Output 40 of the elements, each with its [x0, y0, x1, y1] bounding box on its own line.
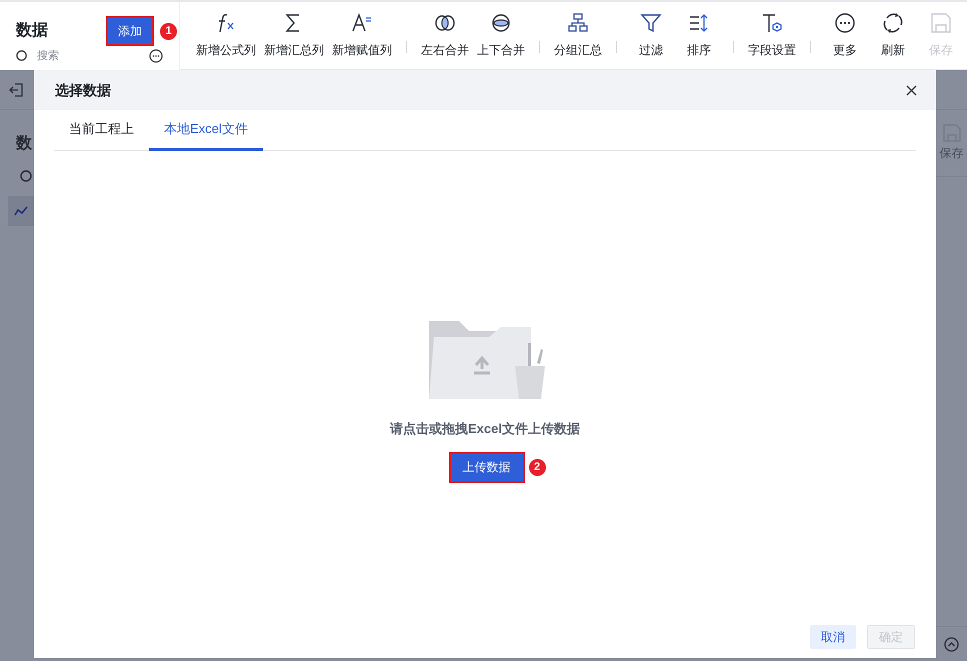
- tab[interactable]: 当前工程上: [54, 110, 149, 151]
- exit-icon[interactable]: [9, 82, 23, 96]
- step-badge: 1: [160, 22, 177, 40]
- refresh-icon: [882, 12, 904, 34]
- save-icon: [930, 12, 952, 34]
- toolbar-button[interactable]: 新增赋值列: [328, 12, 396, 59]
- toolbar-button[interactable]: 上下合并: [473, 12, 529, 59]
- tab[interactable]: 本地Excel文件: [149, 110, 263, 151]
- toolbar-button[interactable]: 字段设置: [744, 12, 800, 59]
- panel-title: 数据: [16, 20, 48, 41]
- toolbar-button[interactable]: 新增汇总列: [260, 12, 328, 59]
- panel-title: 数: [16, 134, 33, 154]
- line-chart-icon[interactable]: [14, 206, 28, 216]
- toolbar-button[interactable]: 分组汇总: [550, 12, 606, 59]
- more-icon[interactable]: [149, 49, 163, 63]
- toolbar-button[interactable]: 排序: [675, 12, 723, 59]
- save-label: 保存: [940, 145, 964, 162]
- toolbar-button[interactable]: 新增公式列: [192, 12, 260, 59]
- toolbar-button[interactable]: 刷新: [869, 12, 917, 59]
- filter-icon: [640, 12, 662, 34]
- toolbar-button[interactable]: 过滤: [627, 12, 675, 59]
- toolbar-button[interactable]: 左右合并: [417, 12, 473, 59]
- search-field[interactable]: 搜索: [37, 50, 59, 62]
- step-badge: 2: [528, 458, 546, 476]
- dialog-title: 选择数据: [55, 80, 111, 100]
- cancel-button[interactable]: 取消: [810, 625, 856, 649]
- upload-button[interactable]: 上传数据: [448, 452, 524, 482]
- stacked-ellipse-icon: [490, 12, 512, 34]
- toolbar-button[interactable]: 更多: [821, 12, 869, 59]
- search-icon: [20, 170, 34, 184]
- close-icon[interactable]: [906, 84, 917, 96]
- hierarchy-icon: [567, 12, 589, 34]
- sort-icon: [688, 12, 710, 34]
- more-icon: [834, 12, 856, 34]
- search-icon: [16, 50, 29, 62]
- collapse-up-icon[interactable]: [944, 636, 959, 652]
- letter-a-icon: [351, 12, 373, 34]
- upload-hint: 请点击或拖拽Excel文件上传数据: [390, 420, 580, 438]
- add-button[interactable]: 添加: [106, 16, 154, 46]
- letter-t-icon: [761, 12, 783, 34]
